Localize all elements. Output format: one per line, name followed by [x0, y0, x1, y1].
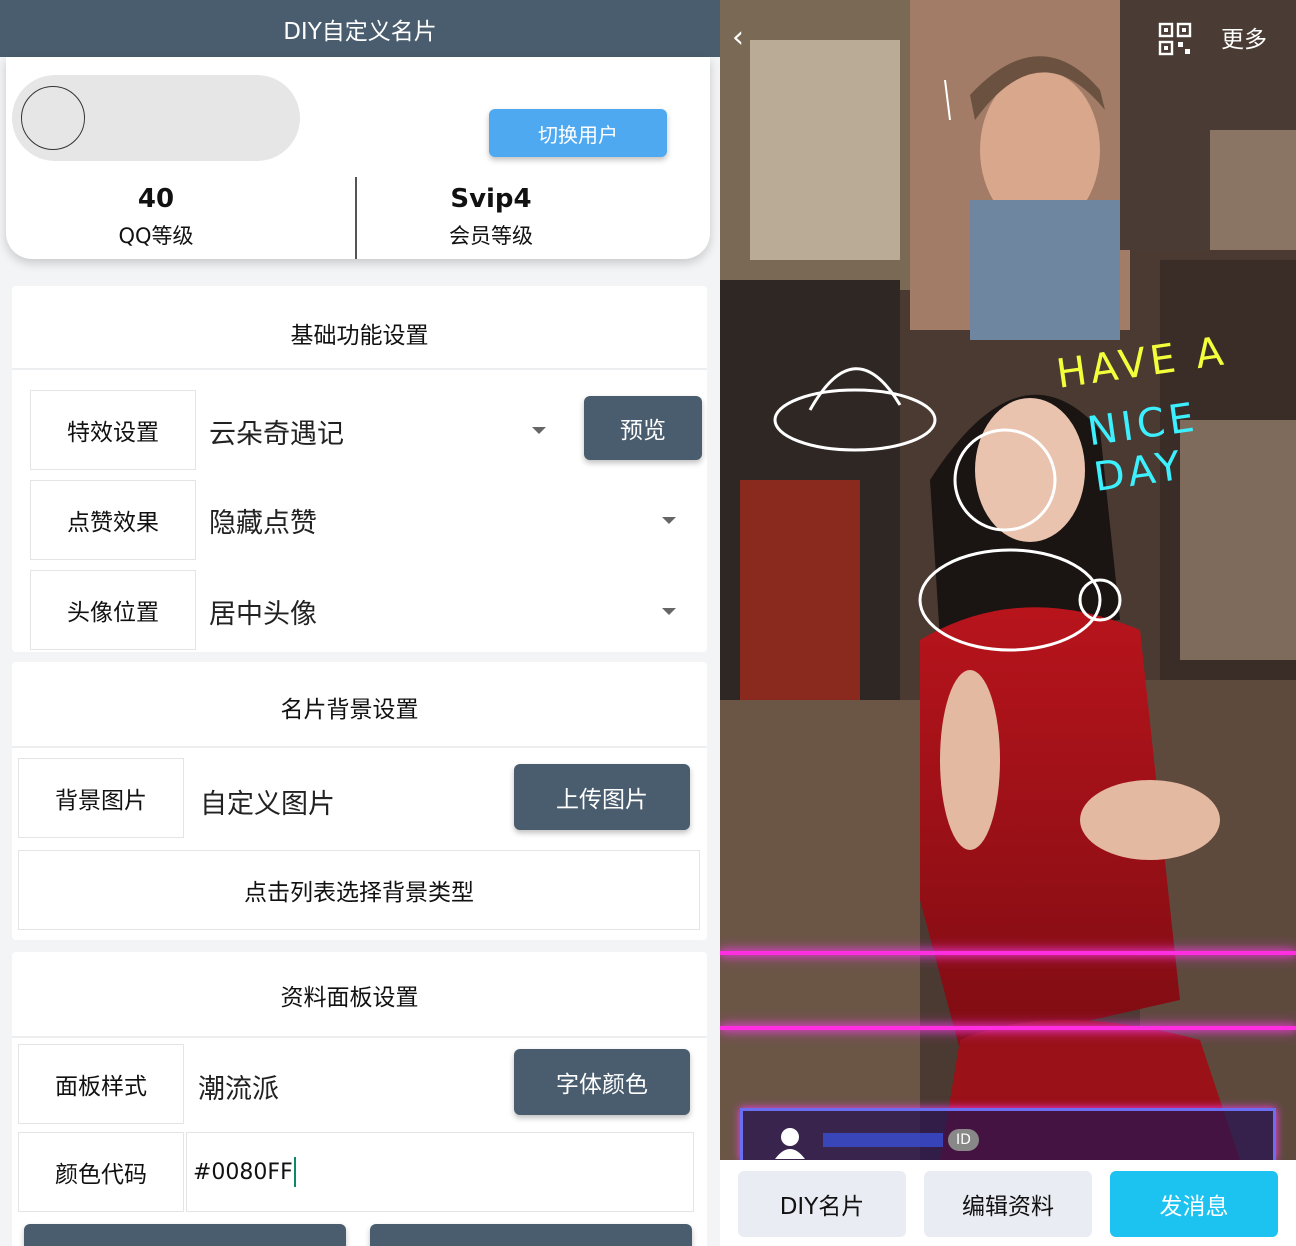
divider — [12, 368, 707, 370]
card-preview-panel: HAVE A NICE DAY ‹ 更多 ID DIY名片 编辑资料 发消息 — [720, 0, 1296, 1246]
section-title-basic: 基础功能设置 — [290, 323, 429, 349]
qq-level-stat: 40 QQ等级 — [6, 179, 306, 253]
chevron-down-icon[interactable] — [532, 427, 546, 434]
diy-card-settings-panel: DIY自定义名片 切换用户 40 QQ等级 Svip4 会员等级 基础功能设置 … — [0, 0, 720, 1246]
panel-style-label: 面板样式 — [18, 1044, 184, 1124]
section-title-panel: 资料面板设置 — [280, 985, 419, 1011]
chevron-down-icon[interactable] — [662, 608, 676, 615]
section-title-background: 名片背景设置 — [280, 697, 419, 723]
like-effect-select-value[interactable]: 隐藏点赞 — [209, 501, 317, 540]
upload-image-button[interactable]: 上传图片 — [514, 764, 690, 830]
send-message-button[interactable]: 发消息 — [1110, 1171, 1278, 1237]
font-color-button[interactable]: 字体颜色 — [514, 1049, 690, 1115]
divider — [12, 746, 707, 748]
avatar-position-label: 头像位置 — [30, 570, 196, 650]
divider — [12, 1036, 707, 1038]
id-panel: ID — [740, 1108, 1276, 1160]
page-title: DIY自定义名片 — [0, 0, 720, 57]
effect-setting-label: 特效设置 — [30, 390, 196, 470]
switch-user-button[interactable]: 切换用户 — [489, 109, 667, 157]
like-effect-label: 点赞效果 — [30, 480, 196, 560]
text-cursor — [293, 1157, 296, 1187]
neon-line — [720, 951, 1296, 955]
qr-code-icon[interactable] — [1158, 22, 1192, 56]
neon-line — [720, 1026, 1296, 1030]
chevron-down-icon[interactable] — [662, 517, 676, 524]
bottom-action-bar: DIY名片 编辑资料 发消息 — [720, 1160, 1296, 1246]
vip-level-label: 会员等级 — [449, 224, 533, 248]
qq-level-value: 40 — [137, 184, 175, 214]
preview-button[interactable]: 预览 — [584, 396, 702, 460]
basic-settings-section: 基础功能设置 特效设置 云朵奇遇记 预览 点赞效果 隐藏点赞 头像位置 居中头像 — [12, 286, 707, 652]
diy-card-button[interactable]: DIY名片 — [738, 1171, 906, 1237]
profile-card: 切换用户 40 QQ等级 Svip4 会员等级 — [6, 57, 710, 259]
vip-level-value: Svip4 — [450, 184, 532, 214]
qq-level-label: QQ等级 — [118, 224, 194, 248]
background-settings-section: 名片背景设置 背景图片 自定义图片 上传图片 点击列表选择背景类型 — [12, 662, 707, 940]
color-code-input[interactable]: #0080FF — [186, 1132, 694, 1212]
background-image-value: 自定义图片 — [200, 789, 335, 820]
background-image-label: 背景图片 — [18, 758, 184, 838]
back-arrow-icon[interactable]: ‹ — [732, 22, 760, 54]
action-button-right[interactable] — [370, 1224, 692, 1246]
background-photo: HAVE A NICE DAY — [720, 0, 1296, 1160]
effect-select-value[interactable]: 云朵奇遇记 — [209, 412, 344, 451]
user-silhouette-icon — [775, 1128, 805, 1159]
photo-collage — [720, 0, 1296, 1160]
action-button-left[interactable] — [24, 1224, 346, 1246]
avatar[interactable] — [21, 86, 85, 150]
vip-level-stat: Svip4 会员等级 — [416, 179, 716, 253]
color-code-label: 颜色代码 — [18, 1132, 184, 1212]
color-code-value: #0080FF — [193, 1159, 293, 1185]
panel-settings-section: 资料面板设置 面板样式 潮流派 字体颜色 颜色代码 #0080FF — [12, 952, 707, 1246]
more-button[interactable]: 更多 — [1221, 20, 1267, 54]
user-pill — [12, 75, 300, 161]
background-type-list-button[interactable]: 点击列表选择背景类型 — [18, 850, 700, 930]
id-badge[interactable]: ID — [948, 1129, 979, 1151]
avatar-position-select-value[interactable]: 居中头像 — [209, 592, 317, 631]
blurred-id-number — [823, 1133, 943, 1147]
edit-profile-button[interactable]: 编辑资料 — [924, 1171, 1092, 1237]
panel-style-value: 潮流派 — [198, 1074, 279, 1105]
